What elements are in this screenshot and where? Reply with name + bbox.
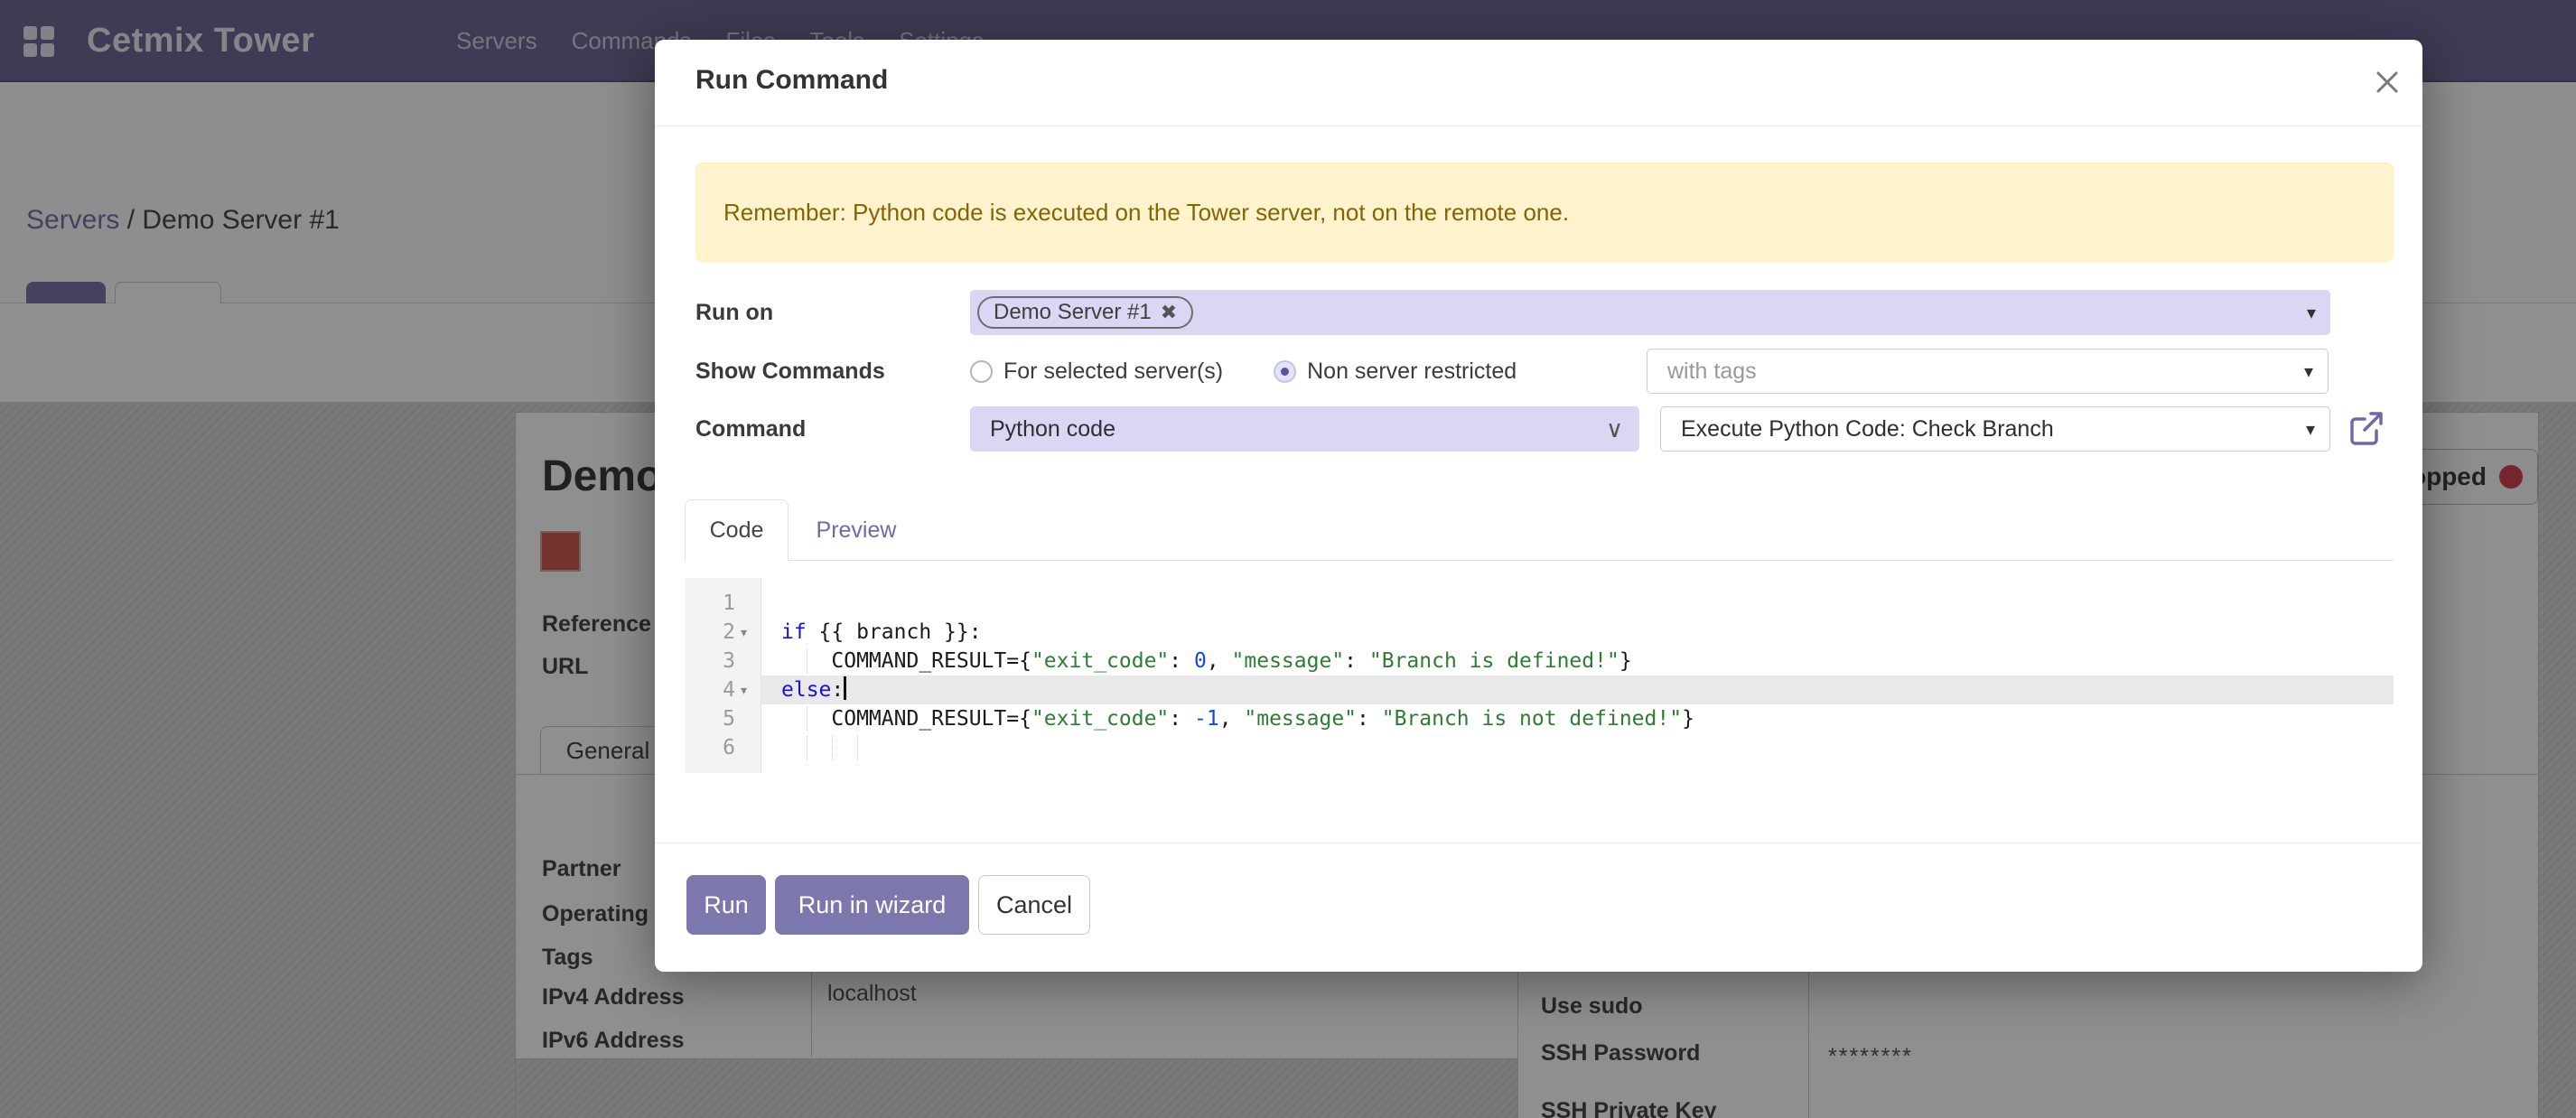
- gutter-cell[interactable]: 1: [685, 589, 761, 618]
- indent-guide: [832, 736, 833, 759]
- code-editor[interactable]: 12▾34▾56 if {{ branch }}: COMMAND_RESULT…: [685, 578, 2394, 786]
- tab-preview[interactable]: Preview: [789, 499, 924, 561]
- run-button[interactable]: Run: [686, 875, 766, 935]
- external-link-icon[interactable]: [2347, 408, 2386, 448]
- code-line[interactable]: else:: [761, 675, 2394, 704]
- with-tags-select[interactable]: with tags ▾: [1647, 349, 2329, 394]
- show-commands-radios: For selected server(s) Non server restri…: [970, 349, 1517, 394]
- run-command-modal: Run Command Remember: Python code is exe…: [655, 40, 2422, 972]
- run-on-select[interactable]: Demo Server #1 ✖ ▾: [970, 290, 2330, 335]
- server-chip[interactable]: Demo Server #1 ✖: [977, 296, 1193, 329]
- gutter-cell[interactable]: 2▾: [685, 618, 761, 647]
- code-line[interactable]: COMMAND_RESULT={"exit_code": -1, "messag…: [761, 704, 2394, 733]
- cancel-button[interactable]: Cancel: [978, 875, 1090, 935]
- radio-for-selected-servers[interactable]: [970, 360, 993, 383]
- screen: Cetmix Tower Servers Commands Files Tool…: [0, 0, 2576, 1118]
- command-type-select[interactable]: Python code ∨: [970, 406, 1639, 452]
- run-in-wizard-button[interactable]: Run in wizard: [775, 875, 969, 935]
- indent-guide: [857, 736, 858, 759]
- gutter-cell[interactable]: 4▾: [685, 675, 761, 704]
- editor-lines[interactable]: if {{ branch }}: COMMAND_RESULT={"exit_c…: [761, 589, 2394, 762]
- tab-code[interactable]: Code: [685, 499, 789, 561]
- radio-label-for-selected-servers[interactable]: For selected server(s): [1003, 359, 1223, 385]
- chevron-down-icon: ▾: [2307, 302, 2316, 324]
- gutter-cell[interactable]: 6: [685, 733, 761, 762]
- tabs-divider: [685, 560, 2394, 561]
- code-line[interactable]: [761, 589, 2394, 618]
- code-line[interactable]: if {{ branch }}:: [761, 618, 2394, 647]
- code-line[interactable]: COMMAND_RESULT={"exit_code": 0, "message…: [761, 647, 2394, 675]
- chevron-down-icon: ∨: [1606, 415, 1623, 443]
- gutter-cell[interactable]: 5: [685, 704, 761, 733]
- radio-label-non-server-restricted[interactable]: Non server restricted: [1307, 359, 1517, 385]
- chip-remove-icon[interactable]: ✖: [1161, 301, 1177, 324]
- chevron-down-icon: ▾: [2304, 360, 2313, 383]
- code-line[interactable]: [761, 733, 2394, 762]
- gutter-cell[interactable]: 3: [685, 647, 761, 675]
- modal-title: Run Command: [695, 65, 888, 96]
- text-cursor: [844, 676, 846, 700]
- command-label: Command: [695, 406, 806, 452]
- editor-gutter: 12▾34▾56: [685, 578, 761, 773]
- chevron-down-icon: ▾: [2306, 418, 2315, 441]
- show-commands-label: Show Commands: [695, 349, 885, 394]
- warning-alert: Remember: Python code is executed on the…: [695, 163, 2394, 262]
- close-icon[interactable]: [2372, 67, 2403, 98]
- command-select[interactable]: Execute Python Code: Check Branch ▾: [1660, 406, 2330, 452]
- radio-non-server-restricted[interactable]: [1274, 360, 1296, 383]
- run-on-label: Run on: [695, 290, 773, 335]
